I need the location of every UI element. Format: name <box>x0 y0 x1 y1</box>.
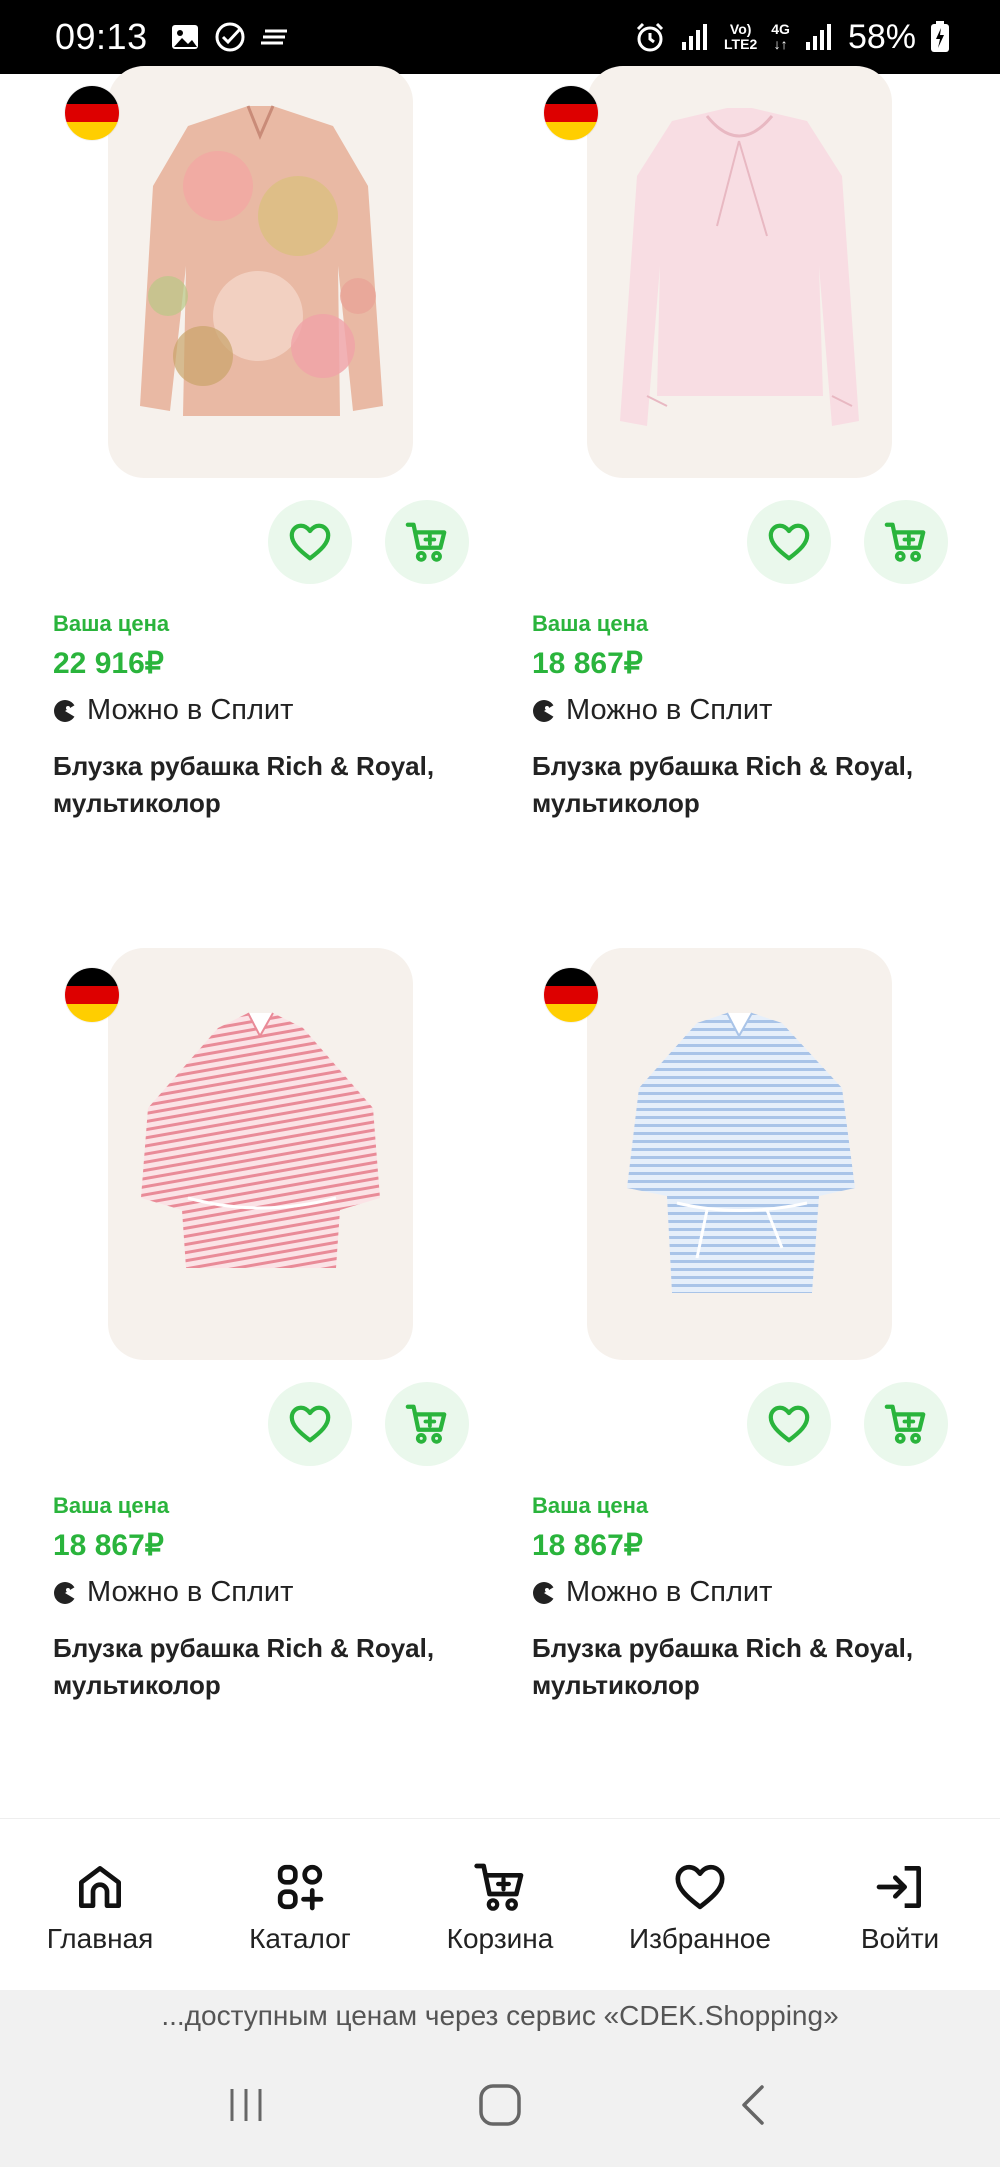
cart-icon <box>884 522 926 562</box>
add-to-cart-button[interactable] <box>864 1382 948 1466</box>
nav-item-cart[interactable]: Корзина <box>400 1819 600 1990</box>
blue-striped-blouse-image <box>627 1012 855 1293</box>
alarm-icon <box>636 22 664 52</box>
back-icon[interactable] <box>732 2083 776 2127</box>
product-card[interactable]: Ваша цена 18 867₽ Можно в Сплит Блузка р… <box>53 948 513 1708</box>
germany-flag-icon <box>544 86 598 140</box>
product-card[interactable]: Ваша цена 22 916₽ Можно в Сплит Блузка р… <box>53 66 513 826</box>
pink-blouse-image <box>620 108 859 426</box>
split-text: Можно в Сплит <box>566 1576 773 1608</box>
favorite-button[interactable] <box>268 1382 352 1466</box>
price-label: Ваша цена <box>532 611 649 636</box>
cart-icon <box>884 1404 926 1444</box>
price-label: Ваша цена <box>532 1493 649 1518</box>
nav-label: Каталог <box>249 1923 351 1954</box>
cart-icon <box>405 1404 447 1444</box>
favorite-button[interactable] <box>747 1382 831 1466</box>
nav-item-catalog[interactable]: Каталог <box>200 1819 400 1990</box>
heart-icon <box>768 523 810 561</box>
cart-icon <box>405 522 447 562</box>
product-title[interactable]: Блузка рубашка Rich & Royal, мультиколор <box>53 748 513 822</box>
product-card[interactable]: Ваша цена 18 867₽ Можно в Сплит Блузка р… <box>532 948 992 1708</box>
nav-label: Избранное <box>629 1923 771 1954</box>
product-image[interactable] <box>587 948 892 1360</box>
home-button-icon[interactable] <box>477 2082 523 2128</box>
germany-flag-icon <box>544 968 598 1022</box>
product-title[interactable]: Блузка рубашка Rich & Royal, мультиколор <box>53 1630 513 1704</box>
pink-striped-blouse-image <box>141 1012 380 1268</box>
heart-icon <box>768 1405 810 1443</box>
price-label: Ваша цена <box>53 611 170 636</box>
split-payment-info: Можно в Сплит <box>532 694 772 727</box>
split-payment-info: Можно в Сплит <box>532 1576 772 1609</box>
recent-apps-icon[interactable] <box>224 2083 268 2127</box>
system-navigation-bar <box>0 2042 1000 2167</box>
split-icon <box>54 699 77 722</box>
nav-item-home[interactable]: Главная <box>0 1819 200 1990</box>
nav-item-favorites[interactable]: Избранное <box>600 1819 800 1990</box>
network-gen-label: 4G ↓↑ <box>771 21 790 52</box>
floral-blouse-image <box>140 105 383 416</box>
status-right: Vo) LTE2 4G ↓↑ 58% <box>634 18 950 57</box>
split-text: Можно в Сплит <box>87 1576 294 1608</box>
status-time: 09:13 <box>55 16 148 57</box>
product-image[interactable] <box>108 948 413 1360</box>
battery-percent: 58% <box>847 17 916 56</box>
split-text: Можно в Сплит <box>87 694 294 726</box>
add-to-cart-button[interactable] <box>385 500 469 584</box>
nav-label: Корзина <box>446 1923 554 1954</box>
split-icon <box>533 699 556 722</box>
favorite-button[interactable] <box>747 500 831 584</box>
status-notification-icons <box>170 21 290 53</box>
battery-charging-icon <box>931 21 949 52</box>
bottom-navigation: Главная Каталог Корзина Избранное Войти <box>0 1818 1000 1990</box>
service-banner: ...доступным ценам через сервис «CDEK.Sh… <box>0 1990 1000 2042</box>
check-circle-icon <box>215 22 245 52</box>
product-price: 18 867₽ <box>53 1529 164 1562</box>
catalog-icon <box>277 1864 324 1911</box>
split-icon <box>54 1581 77 1604</box>
add-to-cart-button[interactable] <box>864 500 948 584</box>
heart-icon <box>289 523 331 561</box>
product-price: 18 867₽ <box>532 647 643 680</box>
split-payment-info: Можно в Сплит <box>53 1576 293 1609</box>
cart-icon <box>474 1863 524 1911</box>
split-payment-info: Можно в Сплит <box>53 694 293 727</box>
germany-flag-icon <box>65 86 119 140</box>
heart-icon <box>675 1864 725 1910</box>
status-bar: 09:13 Vo) LTE2 4G ↓↑ 58% <box>0 0 1000 74</box>
signal-icon <box>682 24 708 50</box>
price-label: Ваша цена <box>53 1493 170 1518</box>
product-card[interactable]: Ваша цена 18 867₽ Можно в Сплит Блузка р… <box>532 66 992 826</box>
heart-icon <box>289 1405 331 1443</box>
add-to-cart-button[interactable] <box>385 1382 469 1466</box>
gallery-icon <box>171 25 198 49</box>
nav-label: Войти <box>860 1923 940 1954</box>
split-text: Можно в Сплит <box>566 694 773 726</box>
nav-item-login[interactable]: Войти <box>800 1819 1000 1990</box>
favorite-button[interactable] <box>268 500 352 584</box>
volte-label: Vo) LTE2 <box>724 21 758 52</box>
product-title[interactable]: Блузка рубашка Rich & Royal, мультиколор <box>532 1630 992 1704</box>
notes-icon <box>260 29 287 45</box>
product-price: 18 867₽ <box>532 1529 643 1562</box>
product-price: 22 916₽ <box>53 647 164 680</box>
home-icon <box>79 1866 121 1908</box>
login-icon <box>876 1866 921 1908</box>
product-image[interactable] <box>587 66 892 478</box>
product-title[interactable]: Блузка рубашка Rich & Royal, мультиколор <box>532 748 992 822</box>
signal-icon-2 <box>805 24 831 50</box>
product-image[interactable] <box>108 66 413 478</box>
nav-label: Главная <box>46 1923 154 1954</box>
split-icon <box>533 1581 556 1604</box>
germany-flag-icon <box>65 968 119 1022</box>
